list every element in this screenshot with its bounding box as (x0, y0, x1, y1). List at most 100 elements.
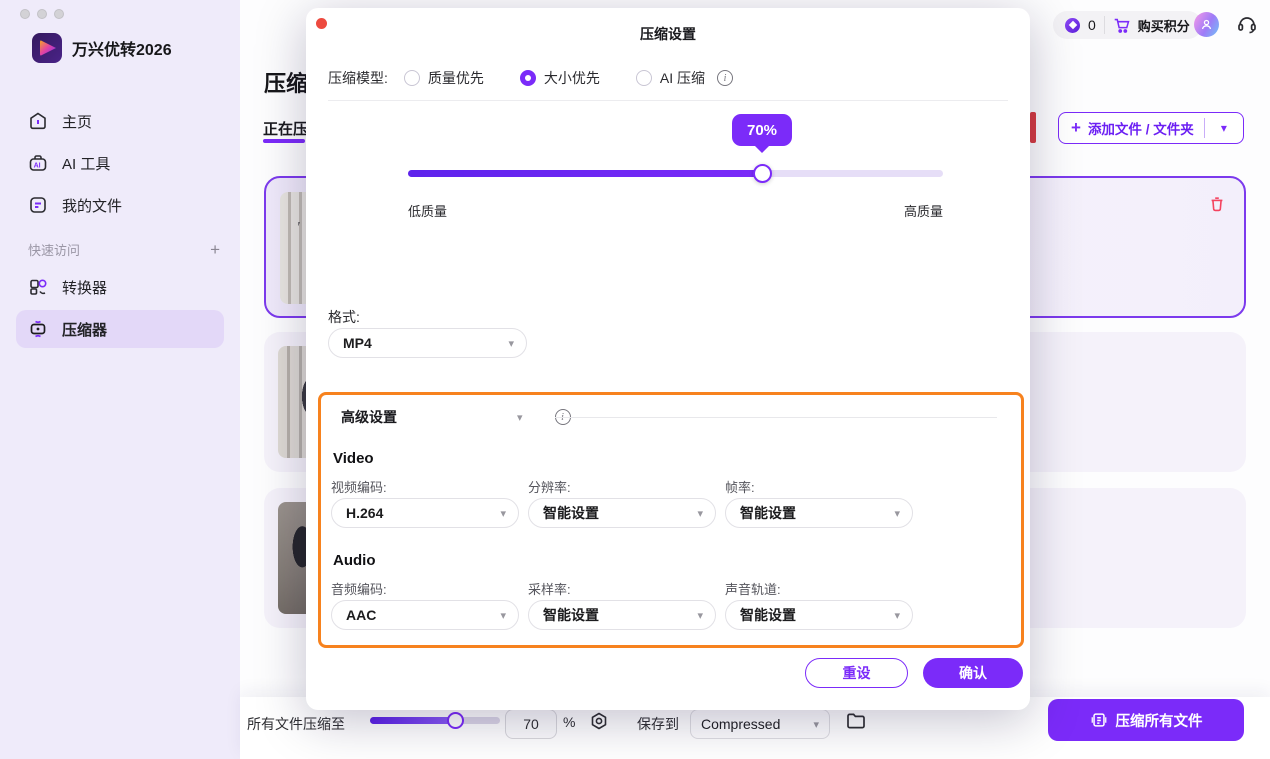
audiotrack-label: 声音轨道: (725, 579, 781, 598)
samplerate-value: 智能设置 (543, 605, 697, 625)
format-select[interactable]: MP4 ▾ (328, 328, 527, 358)
sidebar-item-compressor[interactable]: 压缩器 (16, 310, 224, 348)
samplerate-select[interactable]: 智能设置 ▾ (528, 600, 716, 630)
compress-all-button[interactable]: 压缩所有文件 (1048, 699, 1244, 741)
radio-label: 大小优先 (544, 68, 600, 88)
headset-icon (1236, 13, 1258, 35)
audio-codec-select[interactable]: AAC ▾ (331, 600, 519, 630)
radio-icon[interactable] (636, 70, 652, 86)
maximize-window-icon[interactable] (54, 9, 64, 19)
radio-size-first[interactable]: 大小优先 (520, 68, 600, 88)
reset-button[interactable]: 重设 (805, 658, 908, 688)
chevron-down-icon: ▾ (697, 609, 703, 622)
sidebar: 万兴优转2026 主页 AI AI 工具 我的文件 快速访问 + 转换器 压缩器 (0, 0, 240, 759)
compression-settings-dialog: 压缩设置 压缩模型: 质量优先 大小优先 AI 压缩 i 70% 低质量 高质量… (306, 8, 1030, 710)
page-title: 压缩 (264, 66, 308, 98)
close-window-icon[interactable] (20, 9, 30, 19)
chevron-down-icon[interactable]: ▾ (1205, 121, 1243, 135)
quality-slider[interactable] (408, 170, 943, 177)
add-files-label: 添加文件 / 文件夹 (1088, 118, 1194, 138)
resolution-label: 分辨率: (528, 477, 571, 496)
chevron-down-icon: ▾ (697, 507, 703, 520)
my-files-icon (28, 195, 48, 215)
credits-pill[interactable]: 0 购买积分 (1053, 11, 1202, 39)
folder-icon[interactable] (845, 710, 867, 732)
sidebar-item-label: 我的文件 (62, 195, 122, 216)
window-controls[interactable] (20, 9, 67, 19)
sidebar-item-ai-tools[interactable]: AI AI 工具 (16, 144, 224, 182)
converter-icon (28, 277, 48, 297)
compression-model-label: 压缩模型: (328, 68, 388, 88)
ai-tools-icon: AI (28, 153, 48, 173)
compress-to-label: 所有文件压缩至 (247, 714, 345, 734)
framerate-label: 帧率: (725, 477, 755, 496)
cart-icon (1113, 17, 1130, 34)
advanced-settings-label[interactable]: 高级设置 (341, 407, 397, 427)
video-codec-select[interactable]: H.264 ▾ (331, 498, 519, 528)
support-button[interactable] (1236, 13, 1258, 40)
quick-access-label: 快速访问 (28, 240, 80, 259)
divider (328, 100, 1008, 101)
format-label: 格式: (328, 307, 360, 327)
advanced-settings-panel: 高级设置 ▾ i Video 视频编码: 分辨率: 帧率: H.264 ▾ 智能… (318, 392, 1024, 648)
radio-icon[interactable] (404, 70, 420, 86)
chevron-down-icon: ▾ (508, 337, 514, 350)
buy-credits-label[interactable]: 购买积分 (1138, 16, 1190, 35)
quick-access-add-icon[interactable]: + (210, 241, 220, 258)
stop-button-edge[interactable] (1030, 112, 1036, 143)
audio-section-title: Audio (333, 552, 376, 569)
audiotrack-select[interactable]: 智能设置 ▾ (725, 600, 913, 630)
app-name: 万兴优转2026 (72, 36, 172, 60)
percent-input[interactable] (505, 709, 557, 739)
chevron-down-icon[interactable]: ▾ (517, 411, 523, 424)
user-icon (1200, 18, 1213, 31)
radio-label: AI 压缩 (660, 68, 705, 88)
sidebar-item-converter[interactable]: 转换器 (16, 268, 224, 306)
sidebar-item-label: 压缩器 (62, 319, 107, 340)
compressor-icon (28, 319, 48, 339)
slider-handle[interactable] (753, 164, 772, 183)
sidebar-item-home[interactable]: 主页 (16, 102, 224, 140)
compress-file-icon (1090, 711, 1108, 729)
compress-percent-slider[interactable] (370, 717, 500, 724)
save-folder-value: Compressed (701, 716, 813, 732)
home-icon (28, 111, 48, 131)
info-icon[interactable]: i (717, 70, 733, 86)
chevron-down-icon: ▾ (813, 718, 819, 731)
radio-quality-first[interactable]: 质量优先 (404, 68, 484, 88)
sidebar-item-my-files[interactable]: 我的文件 (16, 186, 224, 224)
pill-divider (1104, 16, 1105, 34)
svg-text:AI: AI (34, 163, 41, 170)
resolution-select[interactable]: 智能设置 ▾ (528, 498, 716, 528)
save-folder-select[interactable]: Compressed ▾ (690, 709, 830, 739)
settings-icon[interactable] (588, 711, 610, 733)
add-files-button[interactable]: + 添加文件 / 文件夹 ▾ (1058, 112, 1244, 144)
minimize-window-icon[interactable] (37, 9, 47, 19)
dialog-title: 压缩设置 (306, 24, 1030, 44)
sidebar-item-label: 主页 (62, 111, 92, 132)
video-codec-label: 视频编码: (331, 477, 387, 496)
slider-value-tooltip: 70% (732, 114, 792, 146)
samplerate-label: 采样率: (528, 579, 571, 598)
user-avatar[interactable] (1194, 12, 1219, 37)
radio-selected-icon[interactable] (520, 70, 536, 86)
divider (555, 417, 997, 418)
sidebar-item-label: 转换器 (62, 277, 107, 298)
slider-handle[interactable] (447, 712, 464, 729)
resolution-value: 智能设置 (543, 503, 697, 523)
chevron-down-icon: ▾ (894, 507, 900, 520)
framerate-value: 智能设置 (740, 503, 894, 523)
trash-icon[interactable] (1208, 195, 1226, 213)
chevron-down-icon: ▾ (894, 609, 900, 622)
framerate-select[interactable]: 智能设置 ▾ (725, 498, 913, 528)
save-to-label: 保存到 (637, 714, 679, 734)
confirm-button[interactable]: 确认 (923, 658, 1023, 688)
video-section-title: Video (333, 450, 374, 467)
coin-icon (1065, 18, 1080, 33)
chevron-down-icon: ▾ (500, 609, 506, 622)
radio-label: 质量优先 (428, 68, 484, 88)
sidebar-item-label: AI 工具 (62, 153, 110, 174)
app-logo-icon (32, 33, 62, 63)
format-value: MP4 (343, 335, 508, 351)
radio-ai-compress[interactable]: AI 压缩 (636, 68, 705, 88)
